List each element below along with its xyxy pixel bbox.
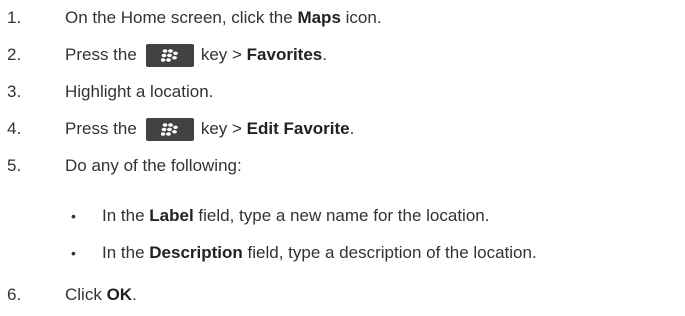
step-bold-term: Maps <box>297 8 341 27</box>
step-bold-term: Favorites <box>246 45 323 64</box>
step-1: 1. On the Home screen, click the Maps ic… <box>0 5 685 31</box>
step-text: . <box>322 45 327 64</box>
bullet-icon: • <box>71 208 76 224</box>
step-text: field, type a new name for the location. <box>193 206 490 225</box>
substep-1: • In the Label field, type a new name fo… <box>0 203 685 229</box>
step-bold-term: Description <box>149 243 243 262</box>
step-number: 1. <box>7 8 22 27</box>
step-text: . <box>132 285 137 304</box>
step-number: 4. <box>7 119 22 138</box>
step-text: field, type a description of the locatio… <box>242 243 537 262</box>
step-number: 6. <box>7 285 22 304</box>
step-3: 3. Highlight a location. <box>0 79 685 105</box>
step-5: 5. Do any of the following: <box>0 153 685 179</box>
step-6: 6. Click OK. <box>0 282 685 308</box>
step-bold-term: OK <box>106 285 133 304</box>
step-text: In the <box>102 206 150 225</box>
step-number: 3. <box>7 82 22 101</box>
step-text: icon. <box>340 8 382 27</box>
step-number: 5. <box>7 156 22 175</box>
step-4: 4. Press the key > Edit Favorite . <box>0 116 685 142</box>
step-bold-term: Label <box>149 206 194 225</box>
step-text: key > <box>200 45 247 64</box>
step-text: Press the <box>65 45 137 64</box>
blackberry-menu-key-icon <box>145 117 194 141</box>
step-bold-term: Edit Favorite <box>246 119 350 138</box>
step-text: key > <box>200 119 247 138</box>
step-number: 2. <box>7 45 22 64</box>
step-text: Press the <box>65 119 137 138</box>
instruction-steps: 1. On the Home screen, click the Maps ic… <box>0 0 685 316</box>
step-text: . <box>349 119 355 138</box>
step-2: 2. Press the key > Favorites . <box>0 42 685 68</box>
step-text: Highlight a location. <box>65 82 214 101</box>
step-text: On the Home screen, click the <box>65 8 298 27</box>
substep-2: • In the Description field, type a descr… <box>0 240 685 266</box>
blackberry-menu-key-icon <box>145 43 194 67</box>
step-text: Click <box>65 285 107 304</box>
step-text: In the <box>102 243 150 262</box>
step-text: Do any of the following: <box>65 156 242 175</box>
bullet-icon: • <box>71 245 76 261</box>
